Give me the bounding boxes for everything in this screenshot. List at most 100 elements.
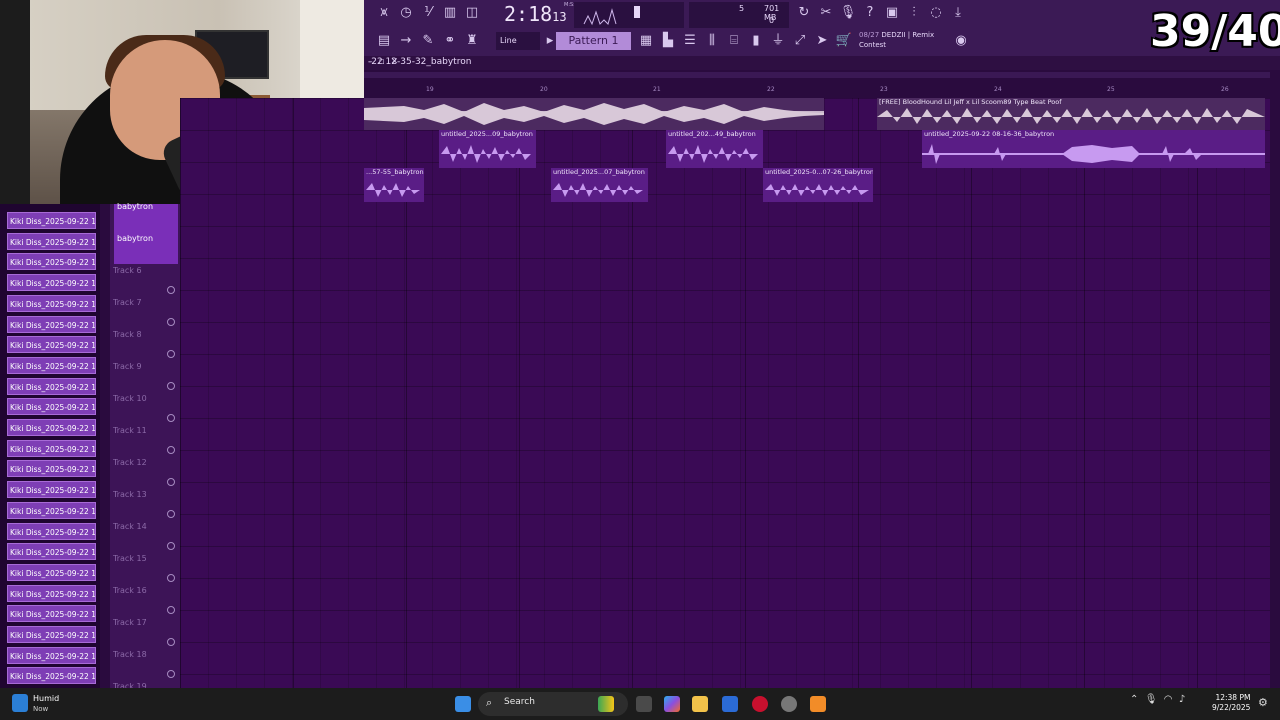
task-view-icon[interactable] (636, 696, 652, 712)
store-icon[interactable] (722, 696, 738, 712)
arrow-icon[interactable]: → (396, 31, 416, 51)
picker-item[interactable]: Kiki Diss_2025-09-22 12... (7, 294, 96, 312)
track-headers: Track 6 Track 7 Track 8 Track 9 Track 10 Trac… (110, 204, 180, 710)
picker-item[interactable]: Kiki Diss_2025-09-22 12... (7, 605, 96, 623)
picker-item[interactable]: Kiki Diss_2025-09-22 12... (7, 460, 96, 478)
cart-icon[interactable]: 🛒 (834, 31, 854, 51)
wand-icon[interactable]: ⤢ (790, 31, 810, 51)
step-icon[interactable]: ⅟ (418, 3, 438, 23)
mixer-view-icon[interactable]: ⫼ (702, 31, 722, 51)
picker-item[interactable]: Kiki Diss_2025-09-22 12... (7, 315, 96, 333)
picker-item[interactable]: Kiki Diss_2025-09-22 12... (7, 419, 96, 436)
picker-item[interactable]: Kiki Diss_2025-09-22 12... (7, 356, 96, 374)
piano-roll-icon[interactable]: ▙ (658, 31, 678, 51)
mic-icon[interactable]: 🎙 (838, 3, 858, 23)
window-controls[interactable]: –▫✕ (368, 57, 1274, 67)
undo-icon[interactable]: ↻ (794, 3, 814, 23)
wait-icon[interactable]: ▥ (440, 3, 460, 23)
track-mute-dot[interactable] (167, 446, 175, 454)
audio-clip-main[interactable] (364, 98, 824, 130)
picker-item[interactable]: Kiki Diss_2025-09-22 12... (7, 626, 96, 643)
track-mute-dot[interactable] (167, 318, 175, 326)
picker-item[interactable]: Kiki Diss_2025-09-22 12... (7, 398, 96, 416)
mixer-icon[interactable]: ⫶ (904, 3, 924, 23)
ruler-bar: 25 (1107, 86, 1115, 93)
stamp-icon[interactable]: ♜ (462, 31, 482, 51)
weather-widget[interactable]: Humid Now (10, 692, 90, 716)
widgets-icon[interactable] (598, 696, 614, 712)
copilot-icon[interactable] (664, 696, 680, 712)
picker-item[interactable]: Kiki Diss_2025-09-22 12... (7, 377, 96, 395)
track-mute-dot[interactable] (167, 510, 175, 518)
channel-rack-icon[interactable]: ☰ (680, 31, 700, 51)
file-explorer-icon[interactable] (692, 696, 708, 712)
picker-item[interactable]: Kiki Diss_2025-09-22 12... (7, 501, 96, 519)
audio-clip[interactable]: untitled_2025-09-22 08-16-36_babytron (922, 130, 1265, 168)
picker-item[interactable]: Kiki Diss_2025-09-22 12... (7, 584, 96, 602)
fl-studio-icon[interactable] (810, 696, 826, 712)
save-icon[interactable]: ▣ (882, 3, 902, 23)
track-mute-dot[interactable] (167, 670, 175, 678)
track-mute-dot[interactable] (167, 286, 175, 294)
track-header-babytron[interactable]: babytron babytron (114, 202, 178, 264)
audio-clip[interactable]: untitled_202...49_babytron (666, 130, 763, 168)
news-panel[interactable]: 08/27 DEDZII | Remix Contest (859, 30, 934, 50)
app-icon[interactable] (781, 696, 797, 712)
track-mute-dot[interactable] (167, 350, 175, 358)
picker-item[interactable]: Kiki Diss_2025-09-22 12... (7, 522, 96, 540)
taskbar-clock[interactable]: 12:38 PM 9/22/2025 (1212, 693, 1250, 713)
track-mute-dot[interactable] (167, 414, 175, 422)
bird-icon[interactable]: ➤ (812, 31, 832, 51)
horizontal-scrollbar[interactable] (364, 72, 1270, 78)
tempo-tap-icon[interactable]: ⩙ (374, 3, 394, 23)
start-icon[interactable] (455, 696, 471, 712)
ruler-bar: 24 (994, 86, 1002, 93)
help-icon[interactable]: ? (860, 3, 880, 23)
opera-icon[interactable] (752, 696, 768, 712)
globe-icon[interactable]: ◉ (951, 31, 971, 51)
line-mode-select[interactable]: Line (496, 32, 540, 50)
audio-clip[interactable]: untitled_2025-0...07-26_babytron (763, 168, 873, 202)
playlist-icon[interactable]: ▦ (636, 31, 656, 51)
picker-item[interactable]: Kiki Diss_2025-09-22 12... (7, 543, 96, 561)
picker-item[interactable]: Kiki Diss_2025-09-22 12... (7, 563, 96, 581)
system-tray[interactable]: ⌃ 🎙 ◠ ♪ (1130, 694, 1185, 705)
metronome-icon[interactable]: ◷ (396, 3, 416, 23)
loop-record-icon[interactable]: ◫ (462, 3, 482, 23)
download-icon[interactable]: ⤓ (948, 3, 968, 23)
track-mute-dot[interactable] (167, 382, 175, 390)
track-mute-dot[interactable] (167, 638, 175, 646)
playlist-arrange-area[interactable] (180, 98, 1270, 688)
track-label: Track 14 (113, 522, 147, 531)
piano-icon[interactable]: ▤ (374, 31, 394, 51)
picker-item[interactable]: Kiki Diss_2025-09-22 12... (7, 667, 96, 685)
track-mute-dot[interactable] (167, 606, 175, 614)
ruler-bar: 23 (880, 86, 888, 93)
picker-item[interactable]: Kiki Diss_2025-09-22 12... (7, 336, 96, 354)
ruler-bar: 20 (540, 86, 548, 93)
link-icon[interactable]: ⚭ (440, 31, 460, 51)
picker-item[interactable]: Kiki Diss_2025-09-22 12... (7, 439, 96, 457)
picker-item[interactable]: Kiki Diss_2025-09-22 12... (7, 253, 96, 271)
track-mute-dot[interactable] (167, 478, 175, 486)
audio-clip[interactable]: untitled_2025...09_babytron (439, 130, 536, 168)
plug-icon[interactable]: ⏚ (768, 31, 788, 51)
brush-icon[interactable]: ✎ (418, 31, 438, 51)
track-mute-dot[interactable] (167, 542, 175, 550)
audio-clip[interactable]: ...57-55_babytron (364, 168, 424, 202)
plugin-icon[interactable]: ▮ (746, 31, 766, 51)
pattern-selector[interactable]: Pattern 1 (556, 32, 631, 50)
timeline-ruler[interactable]: 19 20 21 22 23 24 25 26 (364, 86, 1270, 98)
picker-item[interactable]: Kiki Diss_2025-09-22 12... (7, 481, 96, 499)
audio-clip[interactable]: untitled_2025...07_babytron (551, 168, 648, 202)
notification-icon[interactable]: ⚙ (1258, 696, 1268, 709)
picker-item[interactable]: Kiki Diss_2025-09-22 12... (7, 212, 96, 229)
picker-item[interactable]: Kiki Diss_2025-09-22 12... (7, 232, 96, 250)
picker-item[interactable]: Kiki Diss_2025-09-22 12... (7, 274, 96, 292)
chat-icon[interactable]: ◌ (926, 3, 946, 23)
track-mute-dot[interactable] (167, 574, 175, 582)
picker-item[interactable]: Kiki Diss_2025-09-22 12... (7, 646, 96, 664)
cut-icon[interactable]: ✂ (816, 3, 836, 23)
audio-clip-beat[interactable]: [FREE] BloodHound Lil Jeff x Lil Scoom89… (877, 98, 1265, 130)
browser-icon[interactable]: ⌸ (724, 31, 744, 51)
